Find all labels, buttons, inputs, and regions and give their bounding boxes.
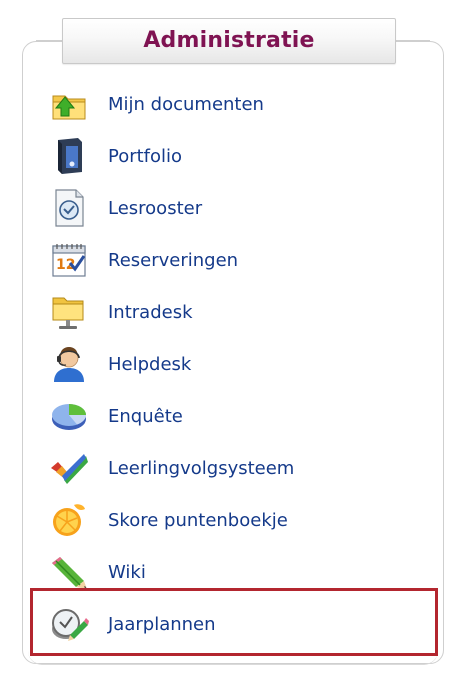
menu-item-skore-puntenboekje[interactable]: Skore puntenboekje <box>48 494 428 546</box>
pencil-icon <box>48 551 90 593</box>
menu-item-label[interactable]: Leerlingvolgsysteem <box>108 458 294 479</box>
menu-item-label[interactable]: Skore puntenboekje <box>108 510 288 531</box>
menu-item-label[interactable]: Lesrooster <box>108 198 202 219</box>
calendar-check-icon: 12 <box>48 239 90 281</box>
menu-item-label[interactable]: Helpdesk <box>108 354 191 375</box>
menu-item-portfolio[interactable]: Portfolio <box>48 130 428 182</box>
checkmark-icon <box>48 447 90 489</box>
menu-item-label[interactable]: Intradesk <box>108 302 193 323</box>
menu-item-label[interactable]: Portfolio <box>108 146 182 167</box>
menu-item-helpdesk[interactable]: Helpdesk <box>48 338 428 390</box>
folder-monitor-icon <box>48 291 90 333</box>
selection-highlight <box>30 588 438 656</box>
menu-item-enquete[interactable]: Enquête <box>48 390 428 442</box>
pie-chart-icon <box>48 395 90 437</box>
clock-document-icon <box>48 187 90 229</box>
menu-item-label[interactable]: Wiki <box>108 562 146 583</box>
menu-item-leerlingvolgsysteem[interactable]: Leerlingvolgsysteem <box>48 442 428 494</box>
menu-item-mijn-documenten[interactable]: Mijn documenten <box>48 78 428 130</box>
panel-title: Administratie <box>143 28 315 53</box>
support-agent-icon <box>48 343 90 385</box>
panel-title-tab: Administratie <box>62 18 396 64</box>
title-connector-left <box>36 40 62 41</box>
administration-menu: Mijn documenten Portfolio Lesrooster 12 … <box>48 78 428 650</box>
folder-upload-icon <box>48 83 90 125</box>
binder-icon <box>48 135 90 177</box>
menu-item-label[interactable]: Enquête <box>108 406 183 427</box>
menu-item-lesrooster[interactable]: Lesrooster <box>48 182 428 234</box>
menu-item-label[interactable]: Reserveringen <box>108 250 238 271</box>
menu-item-reserveringen[interactable]: 12 Reserveringen <box>48 234 428 286</box>
title-connector-right <box>396 40 430 41</box>
menu-item-intradesk[interactable]: Intradesk <box>48 286 428 338</box>
menu-item-label[interactable]: Mijn documenten <box>108 94 264 115</box>
orange-slice-icon <box>48 499 90 541</box>
